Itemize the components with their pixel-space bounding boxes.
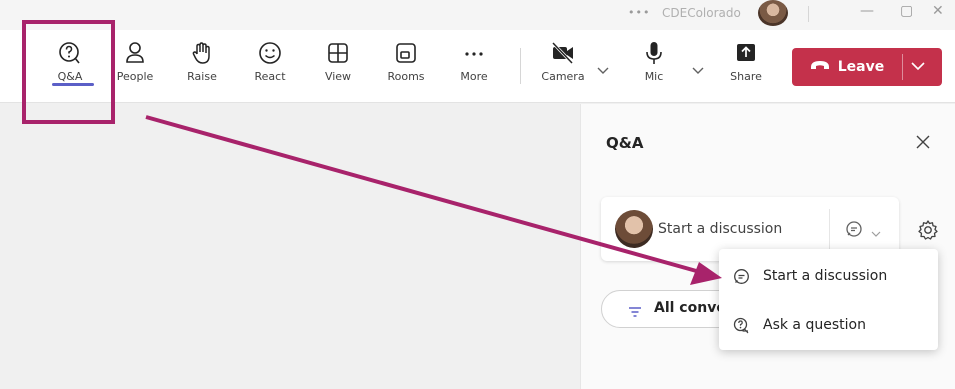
annotation-arrow [145, 115, 722, 285]
